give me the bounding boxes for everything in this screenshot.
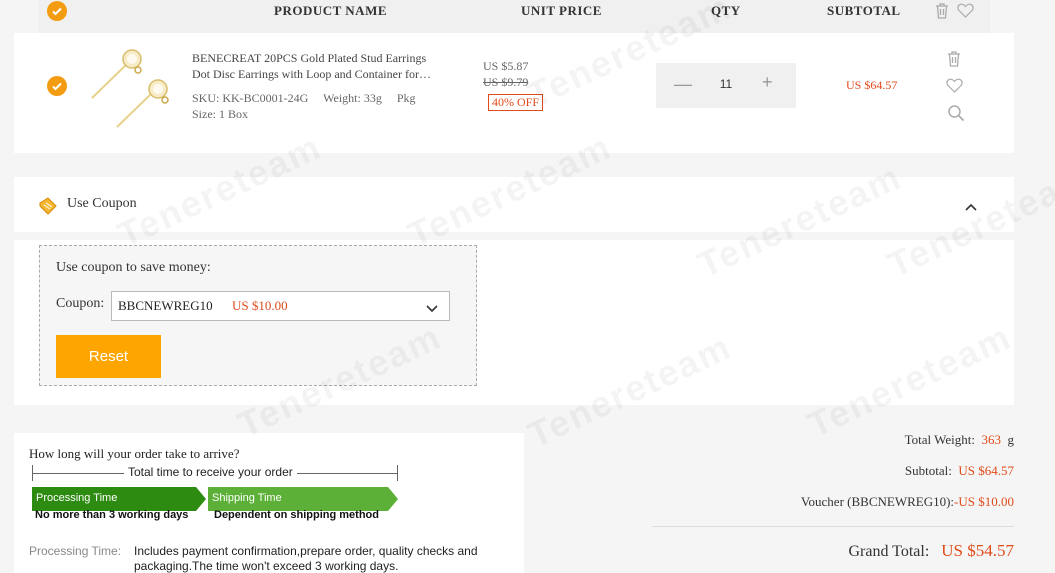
total-weight-value: 363 xyxy=(981,432,1002,447)
cart-item-row: BENECREAT 20PCS Gold Plated Stud Earring… xyxy=(14,33,1014,153)
delete-all-icon[interactable] xyxy=(932,0,952,20)
delivery-info: How long will your order take to arrive?… xyxy=(14,433,524,573)
increase-qty-button[interactable]: + xyxy=(762,72,773,93)
delete-icon[interactable] xyxy=(944,48,964,68)
pkg-text: Pkg xyxy=(396,91,416,105)
coupon-amount: US $10.00 xyxy=(232,298,288,313)
voucher-label: Voucher (BBCNEWREG10): xyxy=(800,494,955,509)
coupon-panel: Use coupon to save money: Coupon: BBCNEW… xyxy=(14,240,1014,405)
item-checkbox[interactable] xyxy=(47,76,67,96)
voucher-value: -US $10.00 xyxy=(954,494,1014,509)
total-time-label: Total time to receive your order xyxy=(124,465,297,479)
shipping-arrow-label: Shipping Time xyxy=(212,492,282,504)
grand-total-label: Grand Total: xyxy=(848,543,930,560)
summary-divider xyxy=(652,526,1014,527)
product-image[interactable] xyxy=(86,41,176,131)
product-specs: SKU: KK-BC0001-24G Weight: 33g Pkg xyxy=(192,91,416,106)
processing-arrow-label: Processing Time xyxy=(36,492,118,504)
cart-table-header: PRODUCT NAME UNIT PRICE QTY SUBTOTAL xyxy=(38,0,990,33)
use-coupon-label: Use Coupon xyxy=(67,196,137,211)
voucher-row: Voucher (BBCNEWREG10):-US $10.00 xyxy=(801,494,1014,510)
product-title-line-2: Dot Disc Earrings with Loop and Containe… xyxy=(192,67,431,81)
quantity-input[interactable]: 11 xyxy=(656,77,796,91)
grand-total-value: US $54.57 xyxy=(941,541,1014,560)
subtotal-row: Subtotal: US $64.57 xyxy=(905,463,1014,479)
select-all-checkbox[interactable] xyxy=(47,1,67,21)
shipping-sublabel: Dependent on shipping method xyxy=(214,509,379,521)
unit-price: US $5.87 xyxy=(483,59,529,73)
coupon-tag-icon xyxy=(38,197,58,215)
chevron-up-icon[interactable] xyxy=(964,199,978,211)
qty-header: QTY xyxy=(711,3,741,18)
total-weight-unit: g xyxy=(1007,432,1015,447)
delivery-question: How long will your order take to arrive? xyxy=(29,446,240,461)
coupon-box: Use coupon to save money: Coupon: BBCNEW… xyxy=(39,245,477,386)
coupon-code: BBCNEWREG10 xyxy=(118,298,213,313)
processing-time-text: Includes payment confirmation,prepare or… xyxy=(134,544,478,573)
coupon-label: Coupon: xyxy=(56,296,105,311)
coupon-select[interactable]: BBCNEWREG10 US $10.00 xyxy=(111,291,450,321)
reset-button[interactable]: Reset xyxy=(56,335,161,378)
coupon-hint: Use coupon to save money: xyxy=(56,260,211,275)
wishlist-all-icon[interactable] xyxy=(955,0,975,20)
size-text: Size: 1 Box xyxy=(192,107,248,121)
subtotal-value: US $64.57 xyxy=(958,463,1014,478)
wishlist-heart-icon[interactable] xyxy=(944,75,964,95)
product-title-line-1: BENECREAT 20PCS Gold Plated Stud Earring… xyxy=(192,51,427,65)
product-title[interactable]: BENECREAT 20PCS Gold Plated Stud Earring… xyxy=(192,50,460,82)
unit-price-header: UNIT PRICE xyxy=(521,3,602,18)
original-price: US $9.79 xyxy=(483,75,529,89)
subtotal-label: Subtotal: xyxy=(904,463,952,478)
total-weight-row: Total Weight: 363 g xyxy=(905,432,1014,448)
grand-total-row: Grand Total: US $54.57 xyxy=(848,541,1014,561)
chevron-down-icon xyxy=(425,301,439,313)
discount-badge: 40% OFF xyxy=(488,94,544,111)
total-weight-label: Total Weight: xyxy=(904,432,975,447)
search-similar-icon[interactable] xyxy=(946,103,966,123)
weight-text: Weight: 33g xyxy=(323,91,382,105)
quantity-stepper: — 11 + xyxy=(656,63,796,108)
subtotal-header: SUBTOTAL xyxy=(827,3,901,18)
item-subtotal: US $64.57 xyxy=(846,78,898,92)
use-coupon-toggle[interactable]: Use Coupon xyxy=(14,177,1014,232)
product-name-header: PRODUCT NAME xyxy=(274,3,388,18)
processing-sublabel: No more than 3 working days xyxy=(35,509,189,521)
sku-text: SKU: KK-BC0001-24G xyxy=(192,91,309,105)
total-time-bracket: Total time to receive your order xyxy=(32,464,398,482)
processing-time-label: Processing Time: xyxy=(29,544,122,558)
